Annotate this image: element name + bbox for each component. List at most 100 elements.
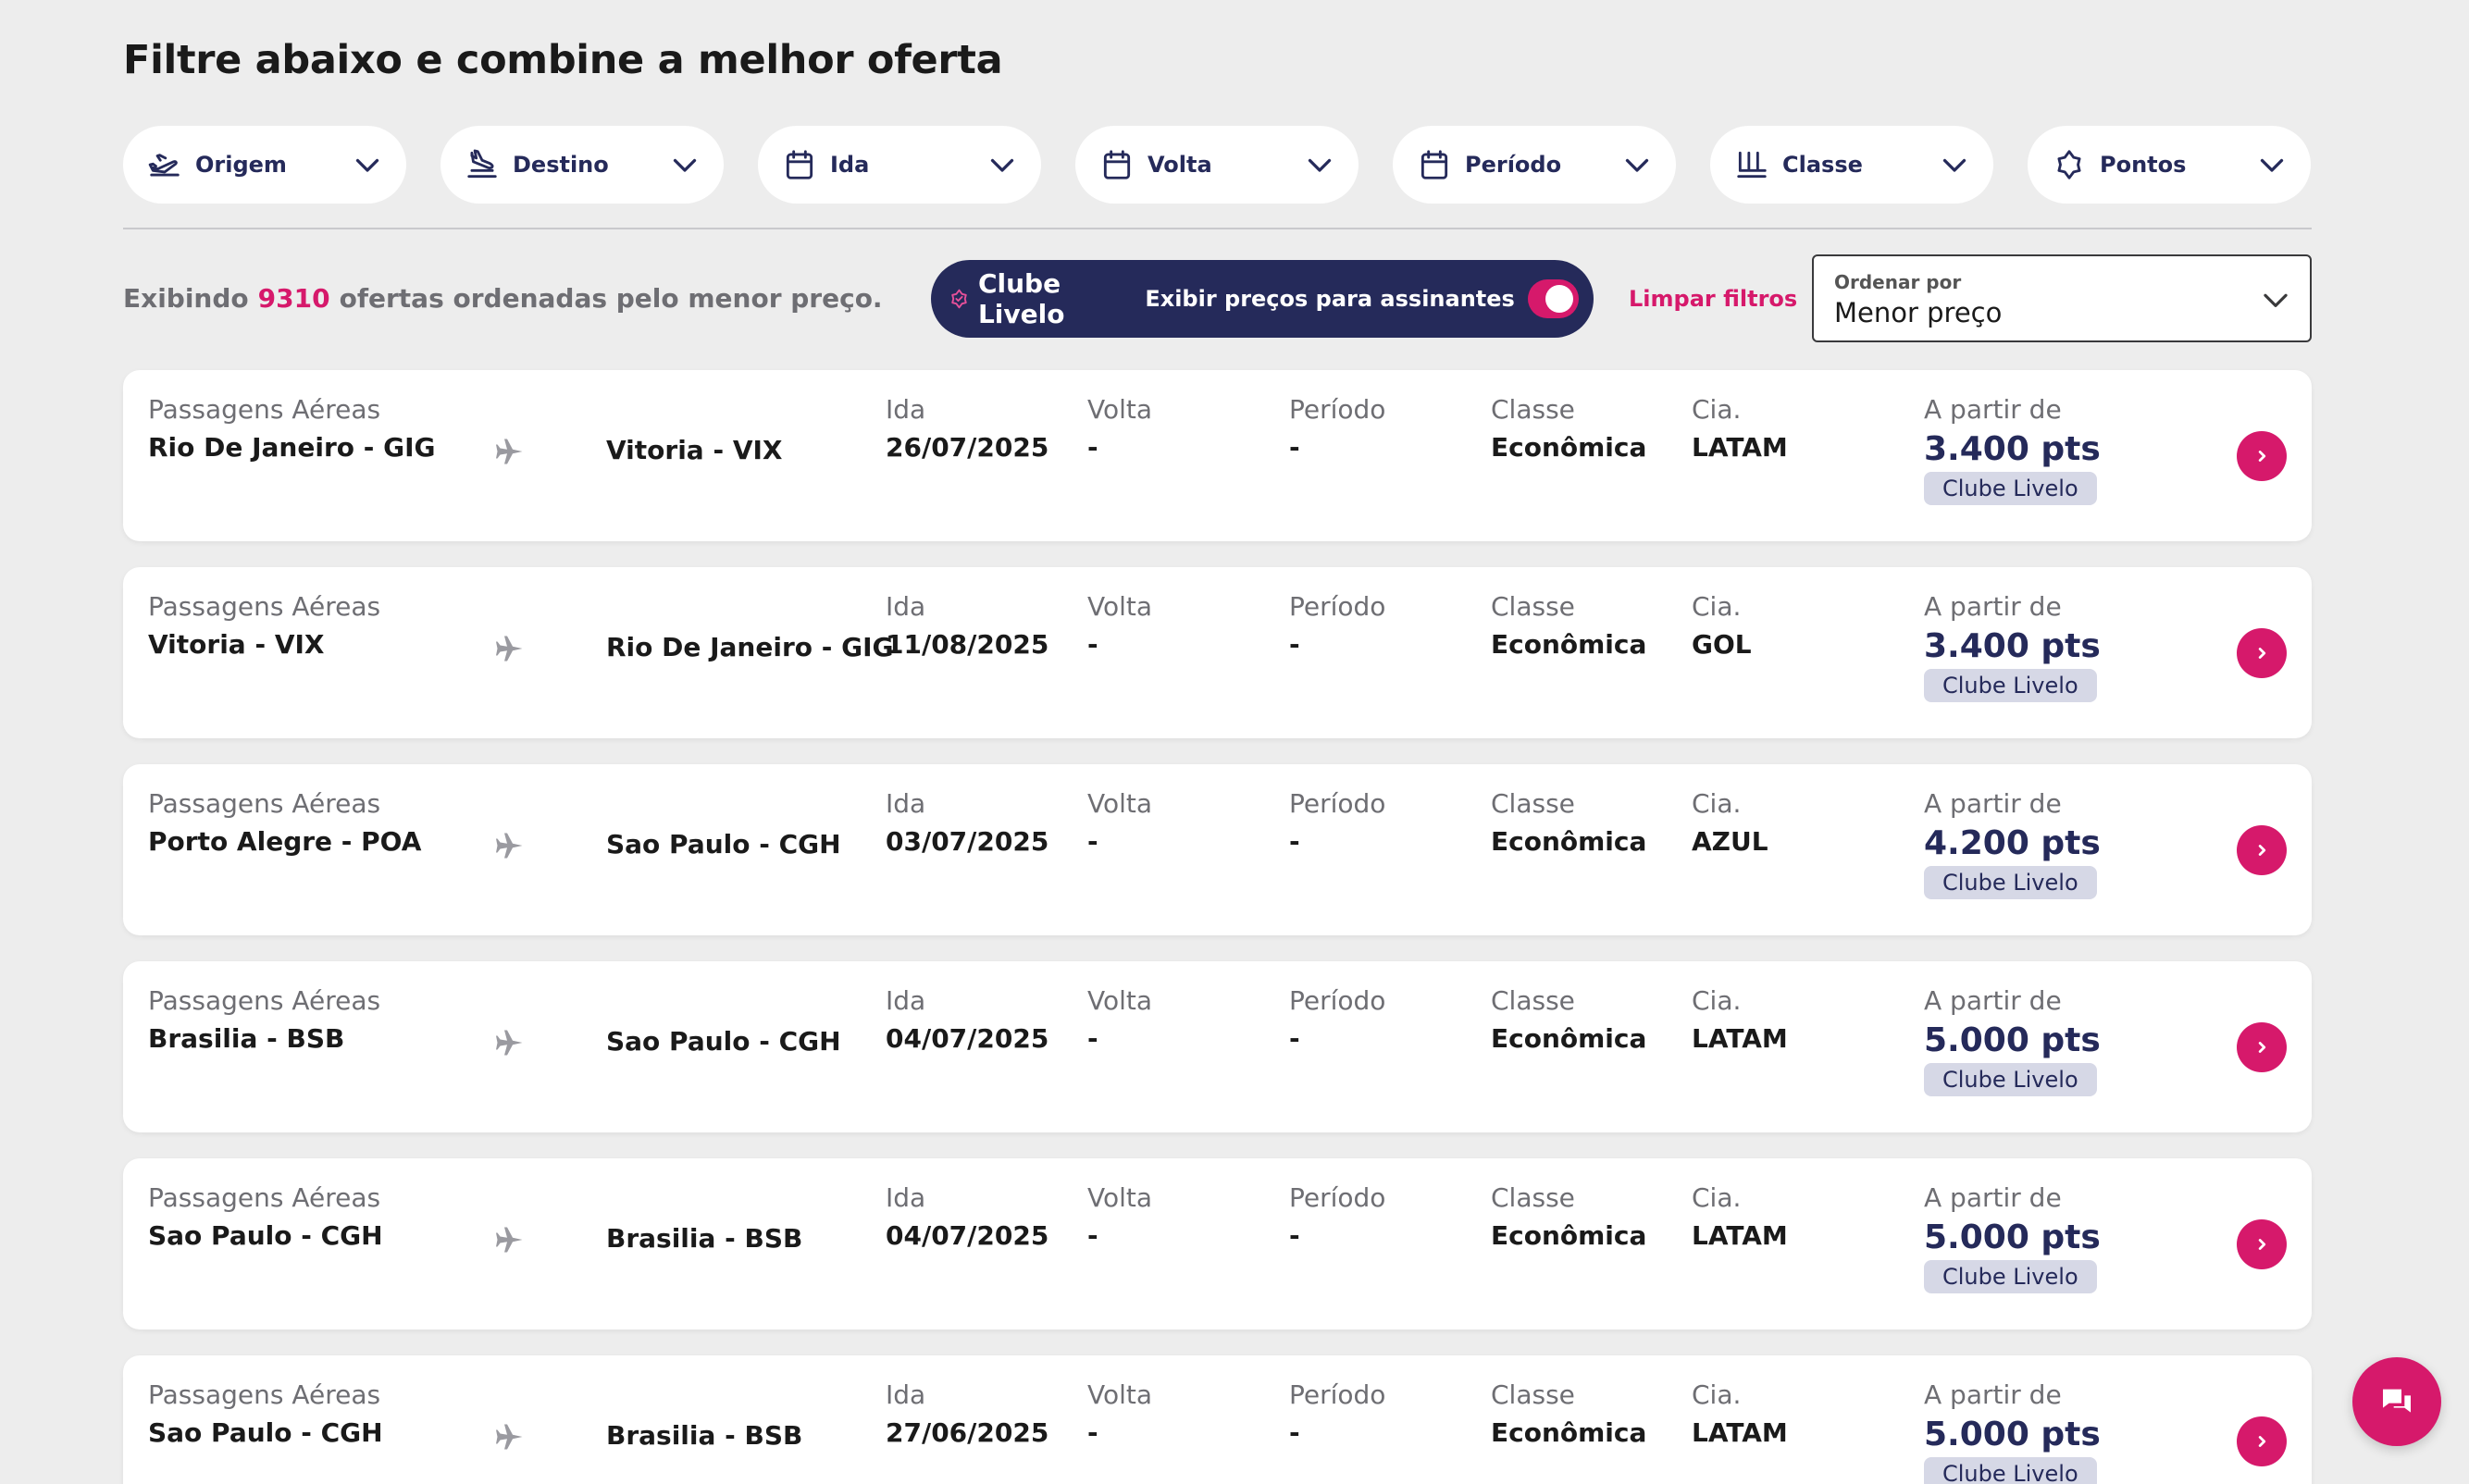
view-offer-button[interactable] [2237, 825, 2287, 875]
from-label: A partir de [1924, 1182, 2062, 1213]
cia-value: LATAM [1692, 432, 1788, 463]
chevron-right-icon [2258, 1042, 2266, 1053]
chevron-down-icon [1942, 158, 1967, 172]
filter-label: Pontos [2100, 152, 2187, 178]
clear-filters-link[interactable]: Limpar filtros [1629, 286, 1797, 312]
view-offer-button[interactable] [2237, 1022, 2287, 1072]
cia-col: Cia. LATAM [1692, 1379, 1788, 1448]
route-destination: Vitoria - VIX [606, 435, 783, 465]
filter-label: Origem [195, 152, 287, 178]
classe-value: Econômica [1491, 629, 1647, 660]
chat-button[interactable] [2352, 1357, 2441, 1446]
classe-value: Econômica [1491, 1023, 1647, 1054]
ida-label: Ida [886, 591, 926, 622]
ida-value: 04/07/2025 [886, 1023, 1049, 1054]
filter-label: Período [1465, 152, 1562, 178]
plane-takeoff-icon [147, 147, 182, 182]
sort-select[interactable]: Ordenar por Menor preço [1812, 254, 2312, 342]
origin-value: Porto Alegre - POA [148, 826, 422, 857]
periodo-label: Período [1289, 985, 1386, 1016]
periodo-col: Período - [1289, 591, 1385, 660]
periodo-label: Período [1289, 1379, 1386, 1410]
results-summary: Exibindo 9310 ofertas ordenadas pelo men… [123, 283, 883, 314]
price-value: 4.200 pts [1924, 824, 2101, 862]
offer-card[interactable]: Passagens Aéreas Vitoria - VIX Rio De Ja… [123, 567, 2312, 738]
calendar-icon [1099, 147, 1135, 182]
cia-col: Cia. LATAM [1692, 985, 1788, 1054]
filter-periodo[interactable]: Período [1393, 126, 1676, 204]
periodo-label: Período [1289, 394, 1386, 425]
clube-badge: Clube Livelo [1924, 1260, 2097, 1293]
view-offer-button[interactable] [2237, 1416, 2287, 1466]
route-destination: Rio De Janeiro - GIG [606, 632, 894, 662]
view-offer-button[interactable] [2237, 1219, 2287, 1269]
view-offer-button[interactable] [2237, 431, 2287, 481]
ida-label: Ida [886, 1379, 926, 1410]
ida-label: Ida [886, 1182, 926, 1213]
cia-value: LATAM [1692, 1023, 1788, 1054]
route-origin: Passagens Aéreas Rio De Janeiro - GIG [148, 394, 436, 463]
classe-label: Classe [1491, 788, 1575, 819]
calendar-icon [1417, 147, 1452, 182]
from-label: A partir de [1924, 1379, 2062, 1410]
classe-label: Classe [1491, 1182, 1575, 1213]
volta-label: Volta [1087, 985, 1153, 1016]
filter-destino[interactable]: Destino [440, 126, 724, 204]
periodo-col: Período - [1289, 1182, 1385, 1251]
from-label: A partir de [1924, 591, 2062, 622]
classe-label: Classe [1491, 591, 1575, 622]
route-destination: Sao Paulo - CGH [606, 829, 841, 859]
classe-label: Classe [1491, 1379, 1575, 1410]
plane-icon [496, 833, 523, 859]
ida-label: Ida [886, 788, 926, 819]
ida-value: 11/08/2025 [886, 629, 1049, 660]
chevron-down-icon [355, 158, 379, 172]
filter-volta[interactable]: Volta [1075, 126, 1359, 204]
clube-badge: Clube Livelo [1924, 472, 2097, 505]
filter-bar: Origem Destino Ida Volta Período Classe … [123, 126, 2312, 204]
clube-badge: Clube Livelo [1924, 1457, 2097, 1484]
chevron-down-icon [1308, 158, 1332, 172]
ida-value: 26/07/2025 [886, 432, 1049, 463]
category-label: Passagens Aéreas [148, 394, 381, 425]
volta-col: Volta - [1087, 788, 1152, 857]
chat-icon [2383, 1389, 2411, 1413]
periodo-col: Período - [1289, 1379, 1385, 1448]
summary-prefix: Exibindo [123, 283, 249, 314]
offer-card[interactable]: Passagens Aéreas Sao Paulo - CGH Brasili… [123, 1355, 2312, 1484]
offer-card[interactable]: Passagens Aéreas Porto Alegre - POA Sao … [123, 764, 2312, 935]
filter-ida[interactable]: Ida [758, 126, 1041, 204]
view-offer-button[interactable] [2237, 628, 2287, 678]
route-origin: Passagens Aéreas Sao Paulo - CGH [148, 1379, 383, 1448]
sort-label: Ordenar por [1834, 271, 1962, 293]
periodo-value: - [1289, 629, 1300, 660]
filter-label: Ida [830, 152, 870, 178]
cia-col: Cia. AZUL [1692, 788, 1768, 857]
filter-pontos[interactable]: Pontos [2028, 126, 2311, 204]
ida-label: Ida [886, 985, 926, 1016]
clube-badge: Clube Livelo [1924, 669, 2097, 702]
price-value: 5.000 pts [1924, 1021, 2101, 1059]
offer-card[interactable]: Passagens Aéreas Rio De Janeiro - GIG Vi… [123, 370, 2312, 541]
cia-label: Cia. [1692, 1379, 1742, 1410]
ida-col: Ida 04/07/2025 [886, 1182, 1048, 1251]
route-destination: Brasilia - BSB [606, 1420, 802, 1451]
offer-card[interactable]: Passagens Aéreas Brasilia - BSB Sao Paul… [123, 961, 2312, 1132]
classe-value: Econômica [1491, 826, 1647, 857]
periodo-col: Período - [1289, 394, 1385, 463]
price-col: A partir de 5.000 pts Clube Livelo [1924, 1379, 2101, 1484]
subscriber-prices-toggle[interactable] [1527, 279, 1579, 318]
price-col: A partir de 3.400 pts Clube Livelo [1924, 394, 2101, 505]
destination-value: Brasilia - BSB [606, 1420, 803, 1451]
filter-classe[interactable]: Classe [1710, 126, 1993, 204]
from-label: A partir de [1924, 394, 2062, 425]
classe-value: Econômica [1491, 1417, 1647, 1448]
origin-value: Rio De Janeiro - GIG [148, 432, 436, 463]
plane-icon [496, 1227, 523, 1253]
periodo-label: Período [1289, 591, 1386, 622]
volta-value: - [1087, 1220, 1098, 1251]
ida-value: 04/07/2025 [886, 1220, 1049, 1251]
offer-card[interactable]: Passagens Aéreas Sao Paulo - CGH Brasili… [123, 1158, 2312, 1329]
filter-origem[interactable]: Origem [123, 126, 406, 204]
periodo-value: - [1289, 826, 1300, 857]
